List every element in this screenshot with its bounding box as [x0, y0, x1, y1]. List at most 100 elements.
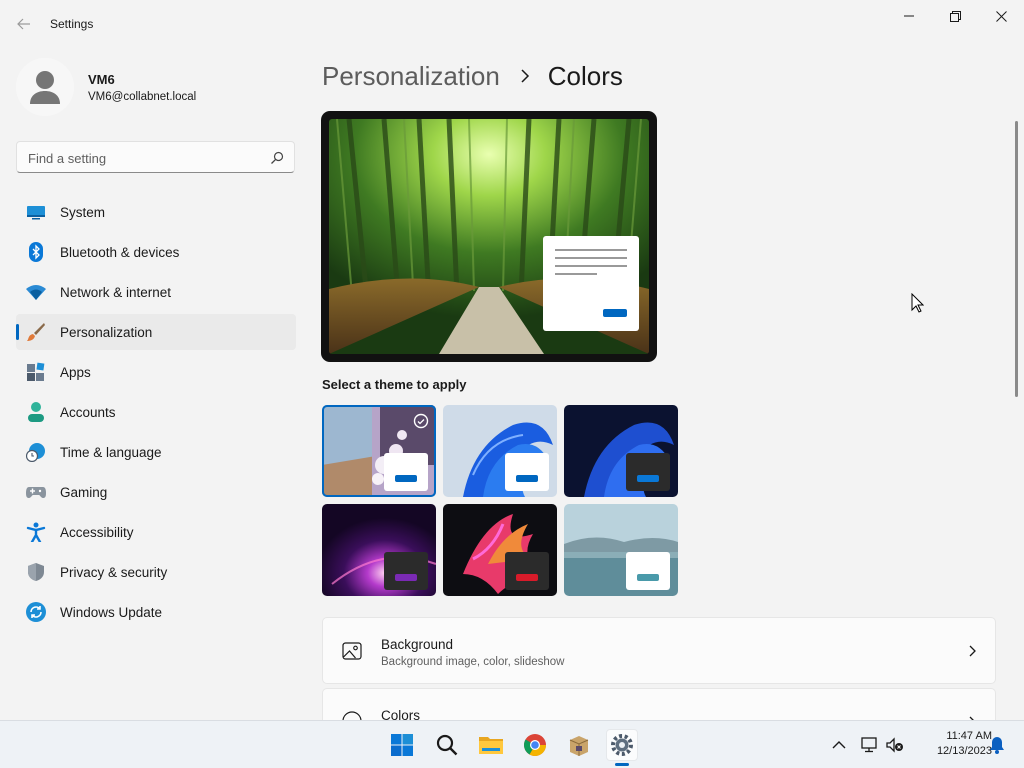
mouse-cursor-icon — [911, 293, 924, 313]
gamepad-icon — [26, 487, 46, 498]
background-row[interactable]: Background Background image, color, slid… — [322, 617, 996, 684]
theme-tile-2[interactable] — [443, 405, 557, 497]
theme-preview-card — [626, 453, 670, 491]
system-clock[interactable]: 11:47 AM 12/13/2023 — [912, 729, 992, 759]
chevron-right-icon — [521, 69, 529, 83]
accessibility-icon — [26, 522, 46, 542]
clock-date: 12/13/2023 — [936, 745, 992, 757]
theme-preview-card — [384, 552, 428, 590]
file-explorer-button[interactable] — [475, 729, 507, 761]
row-title: Background — [381, 637, 454, 652]
preview-window-lines — [555, 249, 627, 317]
app-title: Settings — [50, 17, 94, 31]
sidebar-item-label: Personalization — [60, 325, 153, 340]
theme-tile-1[interactable] — [322, 405, 436, 497]
sidebar-item-label: Gaming — [60, 485, 108, 500]
sidebar-item-label: Windows Update — [60, 605, 163, 620]
minimize-button[interactable] — [886, 0, 932, 32]
apps-icon — [27, 362, 45, 381]
sidebar-item-label: Time & language — [60, 445, 162, 460]
search-icon — [436, 734, 458, 756]
theme-preview-card — [505, 453, 549, 491]
sidebar-item-label: System — [60, 205, 106, 220]
user-name: VM6 — [88, 72, 115, 87]
chevron-right-icon — [969, 645, 976, 657]
file-explorer-icon — [479, 737, 503, 754]
start-button[interactable] — [386, 729, 418, 761]
restore-button[interactable] — [932, 0, 978, 32]
theme-tile-3[interactable] — [564, 405, 678, 497]
close-button[interactable] — [978, 0, 1024, 32]
start-icon — [391, 734, 413, 756]
theme-preview-card — [626, 552, 670, 590]
clock-time: 11:47 AM — [946, 730, 992, 742]
colors-row[interactable]: Colors — [322, 688, 996, 731]
sidebar-item-apps[interactable]: Apps — [16, 354, 296, 390]
theme-preview-card — [505, 552, 549, 590]
theme-tile-5[interactable] — [443, 504, 557, 596]
image-icon — [342, 642, 362, 660]
package-button[interactable] — [563, 729, 595, 761]
sidebar-item-time-language[interactable]: Time & language — [16, 434, 296, 470]
user-profile[interactable]: VM6 VM6@collabnet.local — [16, 58, 296, 116]
theme-heading: Select a theme to apply — [322, 377, 467, 392]
sidebar-item-windows-update[interactable]: Windows Update — [16, 594, 296, 630]
sidebar-item-gaming[interactable]: Gaming — [16, 474, 296, 510]
sidebar-nav: System Bluetooth & devices Network & int… — [16, 194, 296, 634]
chrome-button[interactable] — [519, 729, 551, 761]
chevron-up-icon[interactable] — [829, 735, 849, 755]
selected-check-icon — [413, 413, 429, 429]
sidebar-item-privacy[interactable]: Privacy & security — [16, 554, 296, 590]
page-title: Colors — [547, 60, 623, 91]
user-email: VM6@collabnet.local — [88, 91, 197, 103]
package-icon — [569, 736, 589, 756]
person-icon — [28, 402, 44, 422]
network-icon[interactable] — [860, 735, 880, 755]
update-icon — [26, 602, 46, 622]
sidebar-item-label: Privacy & security — [60, 565, 168, 580]
chrome-icon — [524, 734, 546, 756]
scrollbar-thumb[interactable] — [1015, 121, 1018, 397]
theme-preview — [321, 111, 657, 362]
taskbar-search-button[interactable] — [431, 729, 463, 761]
sidebar-item-label: Apps — [60, 365, 91, 380]
system-icon — [27, 206, 45, 220]
theme-grid — [322, 405, 678, 597]
row-subtitle: Background image, color, slideshow — [381, 656, 565, 668]
search-input[interactable]: Find a setting — [16, 141, 295, 173]
wifi-icon — [26, 285, 46, 300]
theme-preview-card — [384, 453, 428, 491]
preview-wallpaper — [329, 119, 649, 354]
volume-muted-icon[interactable] — [885, 735, 905, 755]
settings-button[interactable] — [606, 729, 638, 761]
paintbrush-icon — [27, 323, 45, 341]
sidebar-item-system[interactable]: System — [16, 194, 296, 230]
theme-tile-4[interactable] — [322, 504, 436, 596]
close-icon — [995, 10, 1007, 22]
sidebar-item-bluetooth[interactable]: Bluetooth & devices — [16, 234, 296, 270]
sidebar-item-label: Accessibility — [60, 525, 134, 540]
globe-clock-icon — [26, 443, 45, 462]
avatar — [16, 58, 74, 116]
sidebar-item-accounts[interactable]: Accounts — [16, 394, 296, 430]
back-button[interactable] — [10, 12, 38, 36]
title-bar: Settings — [0, 0, 1024, 48]
search-placeholder: Find a setting — [28, 151, 107, 166]
search-icon — [271, 151, 284, 164]
minimize-icon — [904, 15, 914, 17]
breadcrumb: Personalization Colors — [322, 58, 623, 94]
sidebar-item-network[interactable]: Network & internet — [16, 274, 296, 310]
bluetooth-icon — [29, 242, 43, 262]
sidebar-item-accessibility[interactable]: Accessibility — [16, 514, 296, 550]
notification-bell-icon[interactable] — [987, 735, 1007, 755]
sidebar-item-label: Bluetooth & devices — [60, 245, 180, 260]
settings-icon — [611, 734, 633, 756]
back-arrow-icon — [17, 18, 30, 30]
sidebar-item-personalization[interactable]: Personalization — [16, 314, 296, 350]
theme-tile-6[interactable] — [564, 504, 678, 596]
breadcrumb-parent[interactable]: Personalization — [322, 61, 500, 92]
sidebar-item-label: Network & internet — [60, 285, 172, 300]
taskbar: 11:47 AM 12/13/2023 — [0, 720, 1024, 768]
preview-window — [543, 236, 639, 331]
restore-icon — [949, 10, 961, 22]
